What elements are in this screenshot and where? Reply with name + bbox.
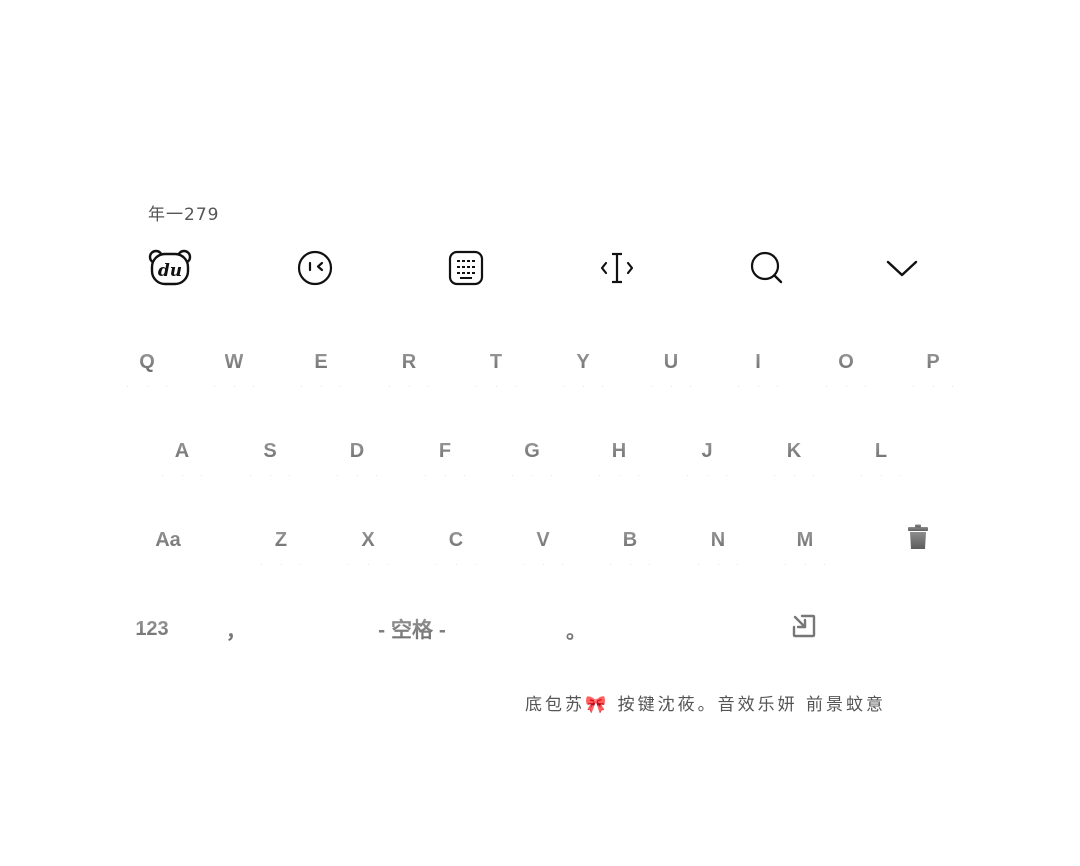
keyboard-toolbar: du — [0, 245, 1080, 291]
key-z[interactable]: Z — [251, 520, 311, 565]
key-row-4: 123 ， - 空格 - 。 — [0, 609, 1080, 669]
key-h[interactable]: H — [589, 431, 649, 476]
collapse-chevron-icon[interactable] — [879, 245, 925, 291]
key-i[interactable]: I — [728, 342, 788, 387]
credits-caption: 底包苏🎀 按键沈莜。音效乐妍 前景蚊意 — [525, 695, 886, 715]
key-t[interactable]: T — [466, 342, 526, 387]
cursor-move-icon[interactable] — [594, 245, 640, 291]
key-g[interactable]: G — [502, 431, 562, 476]
key-j[interactable]: J — [677, 431, 737, 476]
key-a[interactable]: A — [152, 431, 212, 476]
space-key[interactable]: - 空格 - — [322, 609, 502, 649]
enter-arrow-icon — [791, 613, 817, 645]
key-v[interactable]: V — [513, 520, 573, 565]
numbers-key[interactable]: 123 — [102, 609, 202, 649]
shift-key[interactable]: Aa — [118, 520, 218, 560]
comma-key[interactable]: ， — [206, 609, 266, 649]
key-r[interactable]: R — [379, 342, 439, 387]
key-u[interactable]: U — [641, 342, 701, 387]
key-b[interactable]: B — [600, 520, 660, 565]
key-y[interactable]: Y — [553, 342, 613, 387]
key-row-1: Q W E R T Y U I O P — [0, 342, 1080, 402]
key-row-3: Aa Z X C V B N M — [0, 520, 1080, 580]
du-bear-logo-icon[interactable]: du — [147, 245, 193, 291]
svg-text:du: du — [158, 261, 182, 281]
key-k[interactable]: K — [764, 431, 824, 476]
key-s[interactable]: S — [240, 431, 300, 476]
key-q[interactable]: Q — [117, 342, 177, 387]
key-w[interactable]: W — [204, 342, 264, 387]
search-icon[interactable] — [744, 245, 790, 291]
key-l[interactable]: L — [851, 431, 911, 476]
emoji-wink-icon[interactable] — [292, 245, 338, 291]
period-key[interactable]: 。 — [546, 609, 606, 649]
delete-key[interactable] — [888, 520, 948, 560]
candidate-text[interactable]: 年一279 — [148, 200, 219, 225]
keyboard-layout-icon[interactable] — [443, 245, 489, 291]
enter-key[interactable] — [774, 609, 834, 649]
key-o[interactable]: O — [816, 342, 876, 387]
key-p[interactable]: P — [903, 342, 963, 387]
key-m[interactable]: M — [775, 520, 835, 565]
key-n[interactable]: N — [688, 520, 748, 565]
key-x[interactable]: X — [338, 520, 398, 565]
key-c[interactable]: C — [426, 520, 486, 565]
trash-icon — [907, 524, 929, 556]
key-e[interactable]: E — [291, 342, 351, 387]
key-d[interactable]: D — [327, 431, 387, 476]
key-row-2: A S D F G H J K L — [0, 431, 1080, 491]
key-f[interactable]: F — [415, 431, 475, 476]
